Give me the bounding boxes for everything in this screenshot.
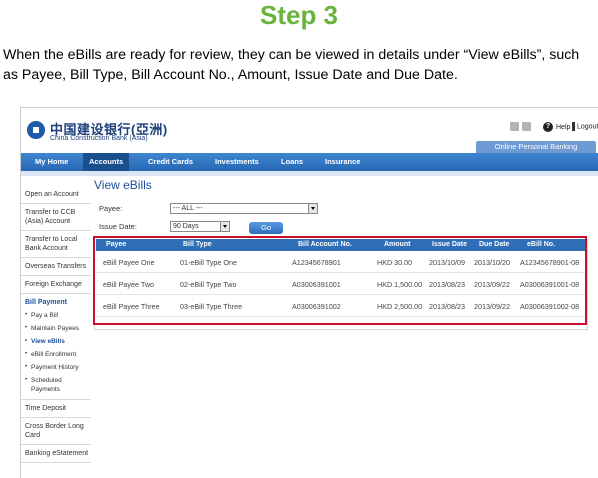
nav-investments[interactable]: Investments (215, 153, 259, 171)
cell-bill-type: 02-eBill Type Two (180, 280, 237, 289)
sidebar-sub-scheduled-payments[interactable]: Scheduled Payments (21, 374, 91, 400)
payee-select-value: --- ALL --- (173, 205, 203, 212)
payee-label: Payee: (99, 204, 123, 213)
cell-due-date: 2013/09/22 (474, 302, 510, 311)
logout-link[interactable]: Logout (572, 122, 598, 131)
cell-ebill-no[interactable]: A03006391002-08 (520, 302, 579, 311)
sidebar-sub-pay-bill[interactable]: Pay a Bill (21, 309, 91, 322)
logo-english-name: China Construction Bank (Asia) (50, 135, 148, 142)
filter-panel: Payee: --- ALL --- Issue Date: 90 Days G… (94, 198, 588, 234)
cell-bill-account: A12345678901 (292, 258, 341, 267)
sidebar-sub-maintain-payees[interactable]: Maintain Payees (21, 322, 91, 335)
cell-amount: HKD 1,500.00 (377, 280, 423, 289)
cell-issue-date: 2013/08/23 (429, 302, 465, 311)
col-payee[interactable]: Payee (106, 239, 126, 251)
cell-bill-type: 01-eBill Type One (180, 258, 238, 267)
intro-text: When the eBills are ready for review, th… (3, 47, 580, 83)
help-link[interactable]: ? Help (543, 122, 570, 132)
col-bill-type[interactable]: Bill Type (183, 239, 212, 251)
sidebar-item-foreign-exchange[interactable]: Foreign Exchange (21, 276, 91, 294)
cell-amount: HKD 30.00 (377, 258, 413, 267)
cell-payee: eBill Payee One (103, 258, 155, 267)
cell-ebill-no[interactable]: A03006391001-08 (520, 280, 579, 289)
nav-insurance[interactable]: Insurance (325, 153, 360, 171)
col-ebill-no[interactable]: eBill No. (527, 239, 555, 251)
cell-issue-date: 2013/10/09 (429, 258, 465, 267)
cell-due-date: 2013/09/22 (474, 280, 510, 289)
print-icon[interactable] (510, 122, 519, 131)
step-title: Step 3 (259, 0, 339, 30)
issue-date-select[interactable]: 90 Days (170, 221, 230, 232)
nav-sub-strip (21, 171, 598, 176)
col-amount[interactable]: Amount (384, 239, 410, 251)
nav-credit-cards[interactable]: Credit Cards (148, 153, 193, 171)
sidebar-item-overseas-transfers[interactable]: Overseas Transfers (21, 258, 91, 276)
table-row[interactable]: eBill Payee Three 03-eBill Type Three A0… (96, 295, 587, 317)
help-label: Help (556, 123, 571, 131)
sidebar-item-open-account[interactable]: Open an Account (21, 186, 91, 204)
cell-payee: eBill Payee Three (103, 302, 160, 311)
sidebar: Open an Account Transfer to CCB (Asia) A… (21, 186, 91, 463)
cell-issue-date: 2013/08/23 (429, 280, 465, 289)
sidebar-group-bill-payment[interactable]: Bill Payment (21, 294, 91, 309)
online-banking-banner: Online Personal Banking (476, 141, 596, 153)
main-nav: My Home Accounts Credit Cards Investment… (21, 153, 598, 171)
chevron-down-icon (220, 222, 229, 231)
issue-date-label: Issue Date: (99, 222, 137, 231)
sidebar-sub-ebill-enrollment[interactable]: eBill Enrollment (21, 348, 91, 361)
cell-bill-type: 03-eBill Type Three (180, 302, 243, 311)
sidebar-item-transfer-ccb[interactable]: Transfer to CCB (Asia) Account (21, 204, 91, 231)
nav-my-home[interactable]: My Home (35, 153, 68, 171)
cell-due-date: 2013/10/20 (474, 258, 510, 267)
top-utility-icons (510, 122, 531, 131)
table-row[interactable]: eBill Payee One 01-eBill Type One A12345… (96, 251, 587, 273)
ebills-table: Payee Bill Type Bill Account No. Amount … (94, 239, 588, 330)
cell-payee: eBill Payee Two (103, 280, 155, 289)
cell-ebill-no[interactable]: A12345678901-08 (520, 258, 579, 267)
sidebar-sub-payment-history[interactable]: Payment History (21, 361, 91, 374)
ccb-logo-icon (27, 121, 45, 139)
nav-accounts[interactable]: Accounts (83, 153, 130, 171)
cell-bill-account: A03006391002 (292, 302, 341, 311)
help-icon: ? (543, 122, 553, 132)
nav-loans[interactable]: Loans (281, 153, 303, 171)
bank-screenshot: 中国建设银行(亞洲) China Construction Bank (Asia… (20, 107, 598, 478)
col-issue-date[interactable]: Issue Date (432, 239, 467, 251)
sidebar-item-transfer-local[interactable]: Transfer to Local Bank Account (21, 231, 91, 258)
col-due-date[interactable]: Due Date (479, 239, 509, 251)
sidebar-item-banking-estatement[interactable]: Banking eStatement (21, 445, 91, 463)
sidebar-item-time-deposit[interactable]: Time Deposit (21, 400, 91, 418)
mail-icon[interactable] (522, 122, 531, 131)
cell-bill-account: A03006391001 (292, 280, 341, 289)
cell-amount: HKD 2,500.00 (377, 302, 423, 311)
table-header: Payee Bill Type Bill Account No. Amount … (96, 239, 587, 251)
chevron-down-icon (308, 204, 317, 213)
sidebar-item-cross-border[interactable]: Cross Border Long Card (21, 418, 91, 445)
go-button[interactable]: Go (249, 222, 283, 234)
issue-date-select-value: 90 Days (173, 223, 199, 230)
table-row[interactable]: eBill Payee Two 02-eBill Type Two A03006… (96, 273, 587, 295)
sidebar-sub-view-ebills[interactable]: View eBills (21, 335, 91, 348)
col-bill-account[interactable]: Bill Account No. (298, 239, 352, 251)
payee-select[interactable]: --- ALL --- (170, 203, 318, 214)
page-title: View eBills (94, 178, 152, 192)
